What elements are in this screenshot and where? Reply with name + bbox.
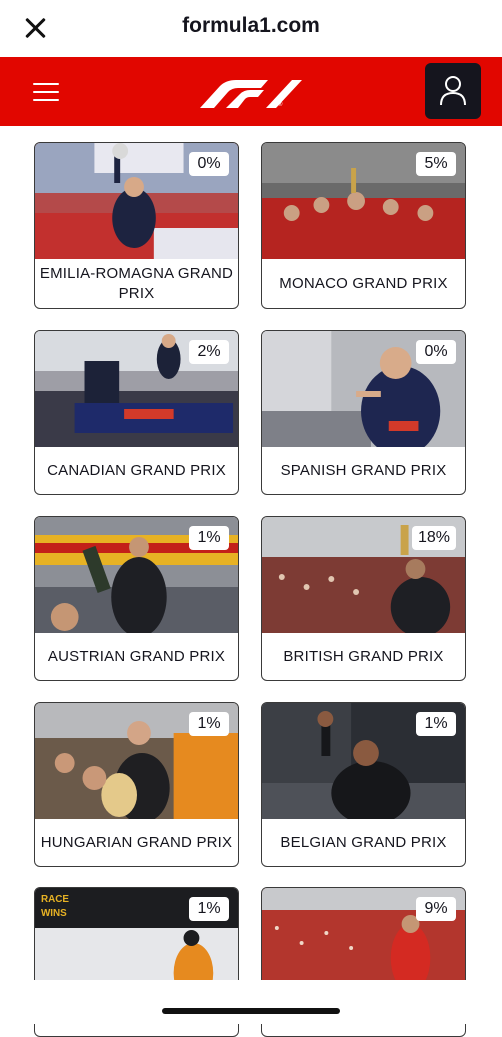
percentage-badge: 2% <box>189 340 229 364</box>
svg-text:RACE: RACE <box>41 894 69 905</box>
race-card-canadian[interactable]: 2% CANADIAN GRAND PRIX <box>34 330 239 495</box>
browser-top-bar: formula1.com <box>0 0 502 57</box>
percentage-badge: 5% <box>416 152 456 176</box>
percentage-badge: 0% <box>416 340 456 364</box>
svg-text:WINS: WINS <box>41 908 67 919</box>
race-card-hungarian[interactable]: 1% HUNGARIAN GRAND PRIX <box>34 702 239 867</box>
race-name: CANADIAN GRAND PRIX <box>47 461 226 479</box>
race-name: EMILIA-ROMAGNA GRAND PRIX <box>39 264 234 302</box>
home-indicator[interactable] <box>162 1008 340 1014</box>
race-name: BELGIAN GRAND PRIX <box>280 833 447 851</box>
race-name: BRITISH GRAND PRIX <box>283 647 444 665</box>
race-name: HUNGARIAN GRAND PRIX <box>40 833 233 851</box>
race-card-belgian[interactable]: 1% BELGIAN GRAND PRIX <box>261 702 466 867</box>
race-name: MONACO GRAND PRIX <box>279 274 448 292</box>
svg-text:®: ® <box>278 101 283 108</box>
race-name: AUSTRIAN GRAND PRIX <box>47 647 226 665</box>
race-name: SPANISH GRAND PRIX <box>280 461 447 479</box>
f1-logo[interactable]: ® <box>198 78 302 108</box>
user-icon <box>440 76 466 106</box>
site-domain: formula1.com <box>182 14 320 37</box>
race-card-austrian[interactable]: 1% AUSTRIAN GRAND PRIX <box>34 516 239 681</box>
percentage-badge: 1% <box>416 712 456 736</box>
race-card-emilia-romagna[interactable]: 0% EMILIA-ROMAGNA GRAND PRIX <box>34 142 239 309</box>
percentage-badge: 9% <box>416 897 456 921</box>
percentage-badge: 1% <box>189 712 229 736</box>
race-card-british[interactable]: 18% BRITISH GRAND PRIX <box>261 516 466 681</box>
race-card-monaco[interactable]: 5% MONACO GRAND PRIX <box>261 142 466 309</box>
bottom-safe-area <box>0 980 502 1024</box>
percentage-badge: 18% <box>411 526 456 550</box>
menu-icon[interactable] <box>33 81 61 103</box>
percentage-badge: 1% <box>189 897 229 921</box>
user-account-button[interactable] <box>425 63 481 119</box>
percentage-badge: 0% <box>189 152 229 176</box>
percentage-badge: 1% <box>189 526 229 550</box>
race-card-spanish[interactable]: 0% SPANISH GRAND PRIX <box>261 330 466 495</box>
